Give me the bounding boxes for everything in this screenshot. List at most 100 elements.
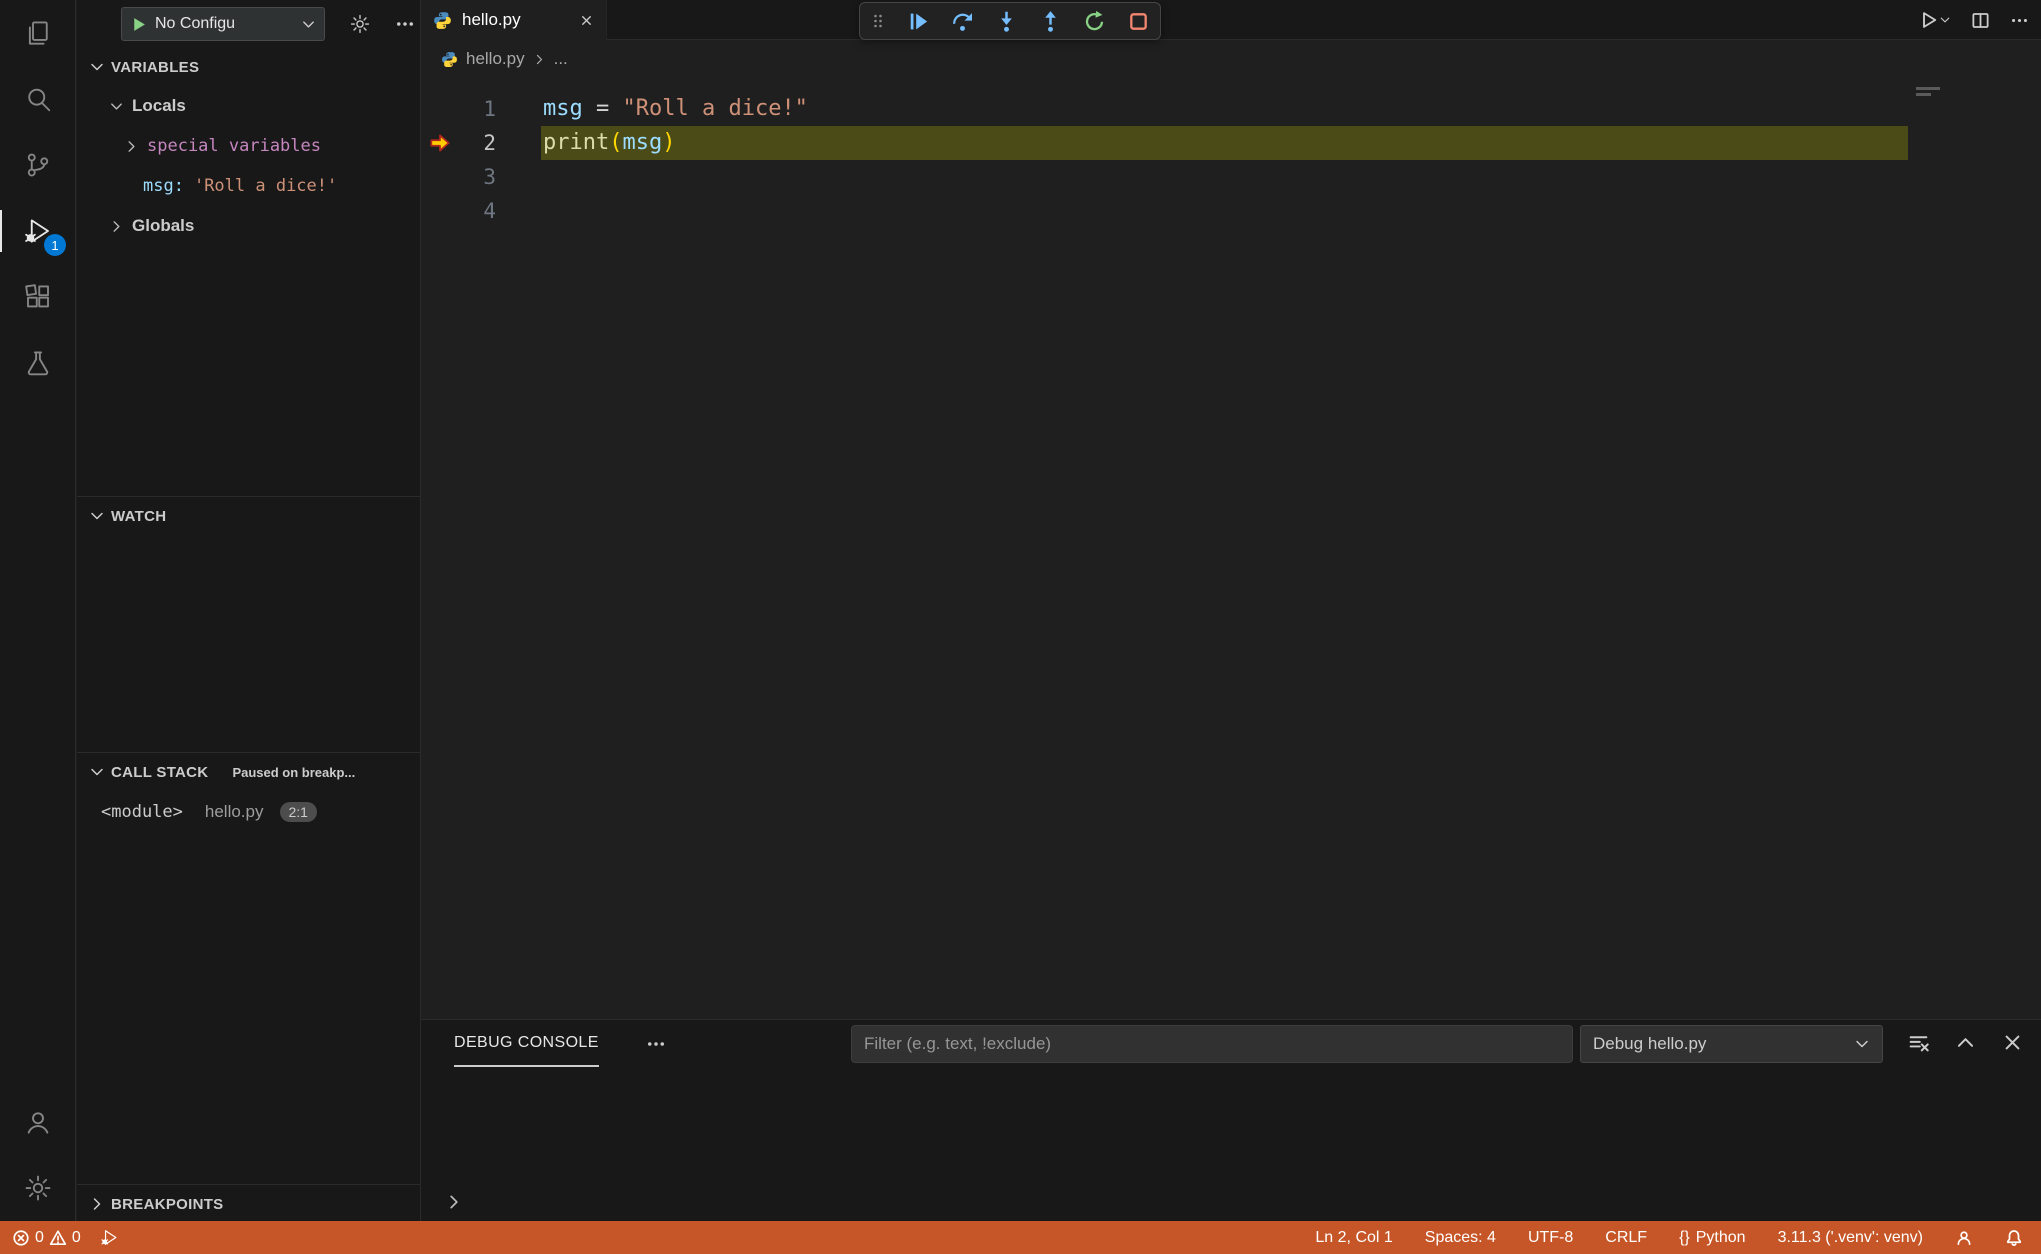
continue-icon (910, 13, 928, 29)
line-number: 1 (483, 97, 496, 121)
call-stack-section-header[interactable]: CALL STACK Paused on breakp... (77, 753, 420, 791)
breakpoints-section-header[interactable]: BREAKPOINTS (77, 1185, 420, 1223)
activity-settings[interactable] (0, 1155, 75, 1221)
editor-actions (1919, 0, 2029, 40)
tab-close-icon[interactable] (579, 13, 594, 28)
restart-button[interactable] (1083, 10, 1106, 33)
debug-session-dropdown[interactable]: Debug hello.py (1580, 1025, 1883, 1063)
chevron-down-icon (91, 512, 103, 520)
maximize-panel-button[interactable] (1955, 1032, 1976, 1053)
vscode-window: 1 No Configu VARIABLES Locals special va… (0, 0, 2041, 1254)
start-debugging-icon[interactable] (130, 16, 147, 33)
split-editor-button[interactable] (1971, 11, 1990, 30)
gutter-line-3[interactable]: 3 (421, 160, 543, 194)
gutter-line-4[interactable]: 4 (421, 194, 543, 228)
eol-sequence[interactable]: CRLF (1605, 1229, 1647, 1247)
ellipsis-icon (648, 1042, 664, 1046)
locals-group-row[interactable]: Locals (77, 86, 420, 126)
special-variables-row[interactable]: special variables (77, 126, 420, 166)
tab-hello-py[interactable]: hello.py (421, 0, 607, 40)
python-interpreter[interactable]: 3.11.3 ('.venv': venv) (1778, 1229, 1923, 1247)
activity-extensions[interactable] (0, 264, 75, 330)
step-out-button[interactable] (1039, 10, 1062, 33)
chevron-up-icon (1957, 1038, 1974, 1047)
variables-section-header[interactable]: VARIABLES (77, 48, 420, 86)
breadcrumb-file[interactable]: hello.py (466, 49, 525, 69)
search-icon (27, 88, 50, 112)
files-icon (28, 21, 48, 45)
variable-msg-row[interactable]: msg: 'Roll a dice!' (77, 166, 420, 206)
activity-source-control[interactable] (0, 132, 75, 198)
token-paren: ( (609, 130, 623, 155)
panel-header: DEBUG CONSOLE Debug hello.py (421, 1020, 2041, 1068)
debugging-indicator[interactable] (100, 1228, 119, 1247)
chevron-down-icon (111, 102, 122, 110)
activity-explorer[interactable] (0, 0, 75, 66)
globals-group-row[interactable]: Globals (77, 206, 420, 246)
activity-testing[interactable] (0, 330, 75, 396)
watch-title: WATCH (111, 507, 167, 525)
panel-more-actions[interactable] (646, 1034, 666, 1054)
chevron-right-icon (128, 140, 135, 152)
stop-button[interactable] (1127, 10, 1150, 33)
problems-indicator[interactable]: 0 0 (12, 1229, 81, 1247)
stack-frame-row[interactable]: <module> hello.py 2:1 (77, 791, 420, 833)
close-panel-button[interactable] (2002, 1032, 2023, 1053)
ellipsis-icon (397, 22, 413, 26)
notifications-bell[interactable] (2005, 1229, 2023, 1247)
toolbar-drag-grip[interactable] (870, 10, 886, 32)
watch-section-header[interactable]: WATCH (77, 497, 420, 535)
error-icon (13, 1229, 29, 1246)
debug-config-dropdown[interactable]: No Configu (121, 7, 325, 41)
debug-config-label: No Configu (155, 15, 236, 32)
activity-accounts[interactable] (0, 1089, 75, 1155)
special-variables-label: special variables (147, 136, 321, 156)
person-icon (1957, 1230, 1971, 1245)
language-mode[interactable]: {} Python (1679, 1229, 1746, 1247)
paused-status-label: Paused on breakp... (232, 764, 356, 780)
breadcrumb-symbol[interactable]: ... (554, 49, 568, 69)
indentation[interactable]: Spaces: 4 (1425, 1229, 1496, 1247)
variables-title: VARIABLES (111, 58, 200, 76)
status-bar-left: 0 0 (0, 1228, 119, 1247)
step-out-icon (1045, 10, 1056, 32)
debug-settings-gear[interactable] (349, 13, 371, 35)
clear-console-button[interactable] (1908, 1032, 1929, 1053)
activity-run-and-debug[interactable]: 1 (0, 198, 75, 264)
tab-debug-console[interactable]: DEBUG CONSOLE (454, 1020, 599, 1067)
minimap-line-mark (1916, 93, 1931, 96)
gutter-line-1[interactable]: 1 (421, 92, 543, 126)
step-into-icon (1001, 11, 1012, 32)
variable-name: msg: (143, 176, 184, 196)
status-bar-right: Ln 2, Col 1 Spaces: 4 UTF-8 CRLF {} Pytho… (1315, 1229, 2041, 1247)
editor-region: hello.py hello.py ... 1 msg = "Roll a di… (421, 0, 2041, 1221)
language-label: Python (1695, 1228, 1746, 1246)
step-over-button[interactable] (951, 10, 974, 33)
code-editor[interactable]: 1 msg = "Roll a dice!" 2 print(msg) 3 4 (421, 78, 2041, 1019)
warning-count: 0 (71, 1228, 81, 1246)
remote-indicator[interactable] (1955, 1229, 1973, 1247)
encoding[interactable]: UTF-8 (1528, 1229, 1573, 1247)
bottom-panel: DEBUG CONSOLE Debug hello.py (421, 1019, 2041, 1221)
breakpoints-section: BREAKPOINTS (77, 1184, 420, 1221)
bell-icon (2006, 1229, 2022, 1246)
debug-toolbar (859, 2, 1161, 40)
step-into-button[interactable] (995, 10, 1018, 33)
console-filter-input[interactable] (851, 1025, 1573, 1063)
stop-icon (1130, 12, 1147, 30)
breakpoint-current-line-icon[interactable] (427, 130, 453, 156)
console-input-prompt[interactable] (445, 1193, 463, 1211)
run-python-file-button[interactable] (1919, 10, 1951, 30)
minimap[interactable] (1908, 78, 2041, 1019)
variable-value: 'Roll a dice!' (193, 176, 338, 196)
sidebar-more-actions[interactable] (395, 14, 415, 34)
run-icon (1923, 12, 1937, 28)
activity-search[interactable] (0, 66, 75, 132)
code-text: msg = "Roll a dice!" (543, 92, 808, 126)
editor-more-actions[interactable] (2010, 11, 2029, 30)
continue-button[interactable] (907, 10, 930, 33)
stack-frame-name: <module> (101, 802, 183, 822)
gutter-line-2[interactable]: 2 (421, 126, 543, 160)
chevron-right-icon (536, 54, 542, 64)
cursor-position[interactable]: Ln 2, Col 1 (1315, 1229, 1392, 1247)
